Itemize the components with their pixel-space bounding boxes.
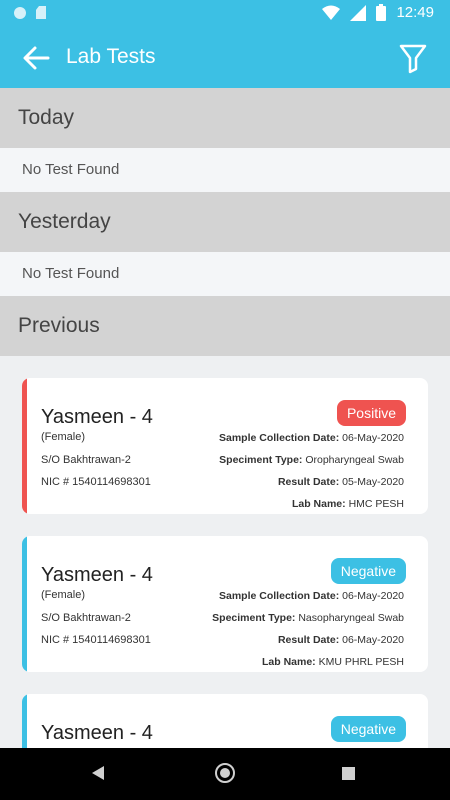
lab-test-card[interactable]: Yasmeen - 4 (Female) S/O Bakhtrawan-2 NI…: [22, 536, 428, 672]
collection-date-row: Sample Collection Date: 06-May-2020: [219, 590, 404, 602]
collection-date-value: 06-May-2020: [342, 590, 404, 602]
patient-nic: NIC # 1540114698301: [41, 476, 151, 488]
specimen-type-value: Oropharyngeal Swab: [305, 454, 404, 466]
empty-message-yesterday: No Test Found: [0, 252, 450, 296]
patient-name: Yasmeen - 4: [41, 564, 153, 586]
status-time: 12:49: [396, 4, 434, 21]
nav-home-icon[interactable]: [215, 763, 235, 783]
result-date-row: Result Date: 05-May-2020: [278, 476, 404, 488]
patient-gender: (Female): [41, 431, 86, 443]
section-header-previous: Previous: [0, 296, 450, 356]
nav-back-icon[interactable]: [92, 766, 104, 780]
wifi-icon: [322, 5, 341, 20]
system-navigation-bar: [0, 748, 450, 800]
lab-test-card[interactable]: Yasmeen - 4 Negative: [22, 694, 428, 748]
signal-icon: [350, 4, 367, 21]
result-date-label: Result Date:: [277, 634, 340, 646]
specimen-type-row: Speciment Type: Oropharyngeal Swab: [219, 454, 404, 466]
collection-date-value: 06-May-2020: [342, 432, 404, 444]
status-badge: Negative: [330, 558, 406, 584]
result-date-value: 05-May-2020: [342, 476, 404, 488]
patient-name: Yasmeen - 4: [41, 722, 153, 744]
lab-name-label: Lab Name:: [262, 656, 316, 668]
patient-nic: NIC # 1540114698301: [41, 634, 151, 646]
collection-date-row: Sample Collection Date: 06-May-2020: [219, 432, 404, 444]
back-arrow-icon[interactable]: [20, 42, 52, 74]
patient-parent: S/O Bakhtrawan-2: [41, 454, 131, 466]
status-indicator-bar: [22, 694, 27, 748]
lab-test-list[interactable]: Yasmeen - 4 (Female) S/O Bakhtrawan-2 NI…: [0, 356, 450, 748]
notification-dot-icon: [14, 6, 26, 19]
status-indicator-bar: [22, 536, 27, 672]
lab-name-row: Lab Name: HMC PESH: [292, 498, 404, 510]
result-date-label: Result Date:: [277, 476, 340, 488]
patient-name: Yasmeen - 4: [41, 406, 153, 428]
collection-date-label: Sample Collection Date:: [219, 590, 340, 602]
lab-name-row: Lab Name: KMU PHRL PESH: [262, 656, 404, 668]
section-header-today: Today: [0, 88, 450, 148]
empty-message-today: No Test Found: [0, 148, 450, 192]
patient-gender: (Female): [41, 589, 86, 601]
collection-date-label: Sample Collection Date:: [219, 432, 340, 444]
patient-parent: S/O Bakhtrawan-2: [41, 612, 131, 624]
app-bar: Lab Tests: [0, 28, 450, 88]
nav-recents-icon[interactable]: [342, 767, 355, 780]
section-header-yesterday: Yesterday: [0, 192, 450, 252]
sd-card-icon: [36, 6, 46, 19]
result-date-row: Result Date: 06-May-2020: [278, 634, 404, 646]
lab-name-label: Lab Name:: [291, 498, 346, 510]
page-title: Lab Tests: [66, 45, 156, 68]
battery-icon: [376, 4, 387, 21]
result-date-value: 06-May-2020: [342, 634, 404, 646]
status-badge: Negative: [330, 716, 406, 742]
filter-icon[interactable]: [398, 42, 428, 74]
specimen-type-value: Nasopharyngeal Swab: [298, 612, 404, 624]
status-indicator-bar: [22, 378, 27, 514]
specimen-type-label: Speciment Type:: [212, 612, 296, 624]
lab-test-card[interactable]: Yasmeen - 4 (Female) S/O Bakhtrawan-2 NI…: [22, 378, 428, 514]
specimen-type-row: Speciment Type: Nasopharyngeal Swab: [212, 612, 404, 624]
lab-name-value: KMU PHRL PESH: [318, 656, 404, 668]
status-badge: Positive: [336, 400, 406, 426]
lab-name-value: HMC PESH: [348, 498, 404, 510]
status-bar: 12:49: [0, 0, 450, 28]
specimen-type-label: Speciment Type:: [219, 454, 303, 466]
